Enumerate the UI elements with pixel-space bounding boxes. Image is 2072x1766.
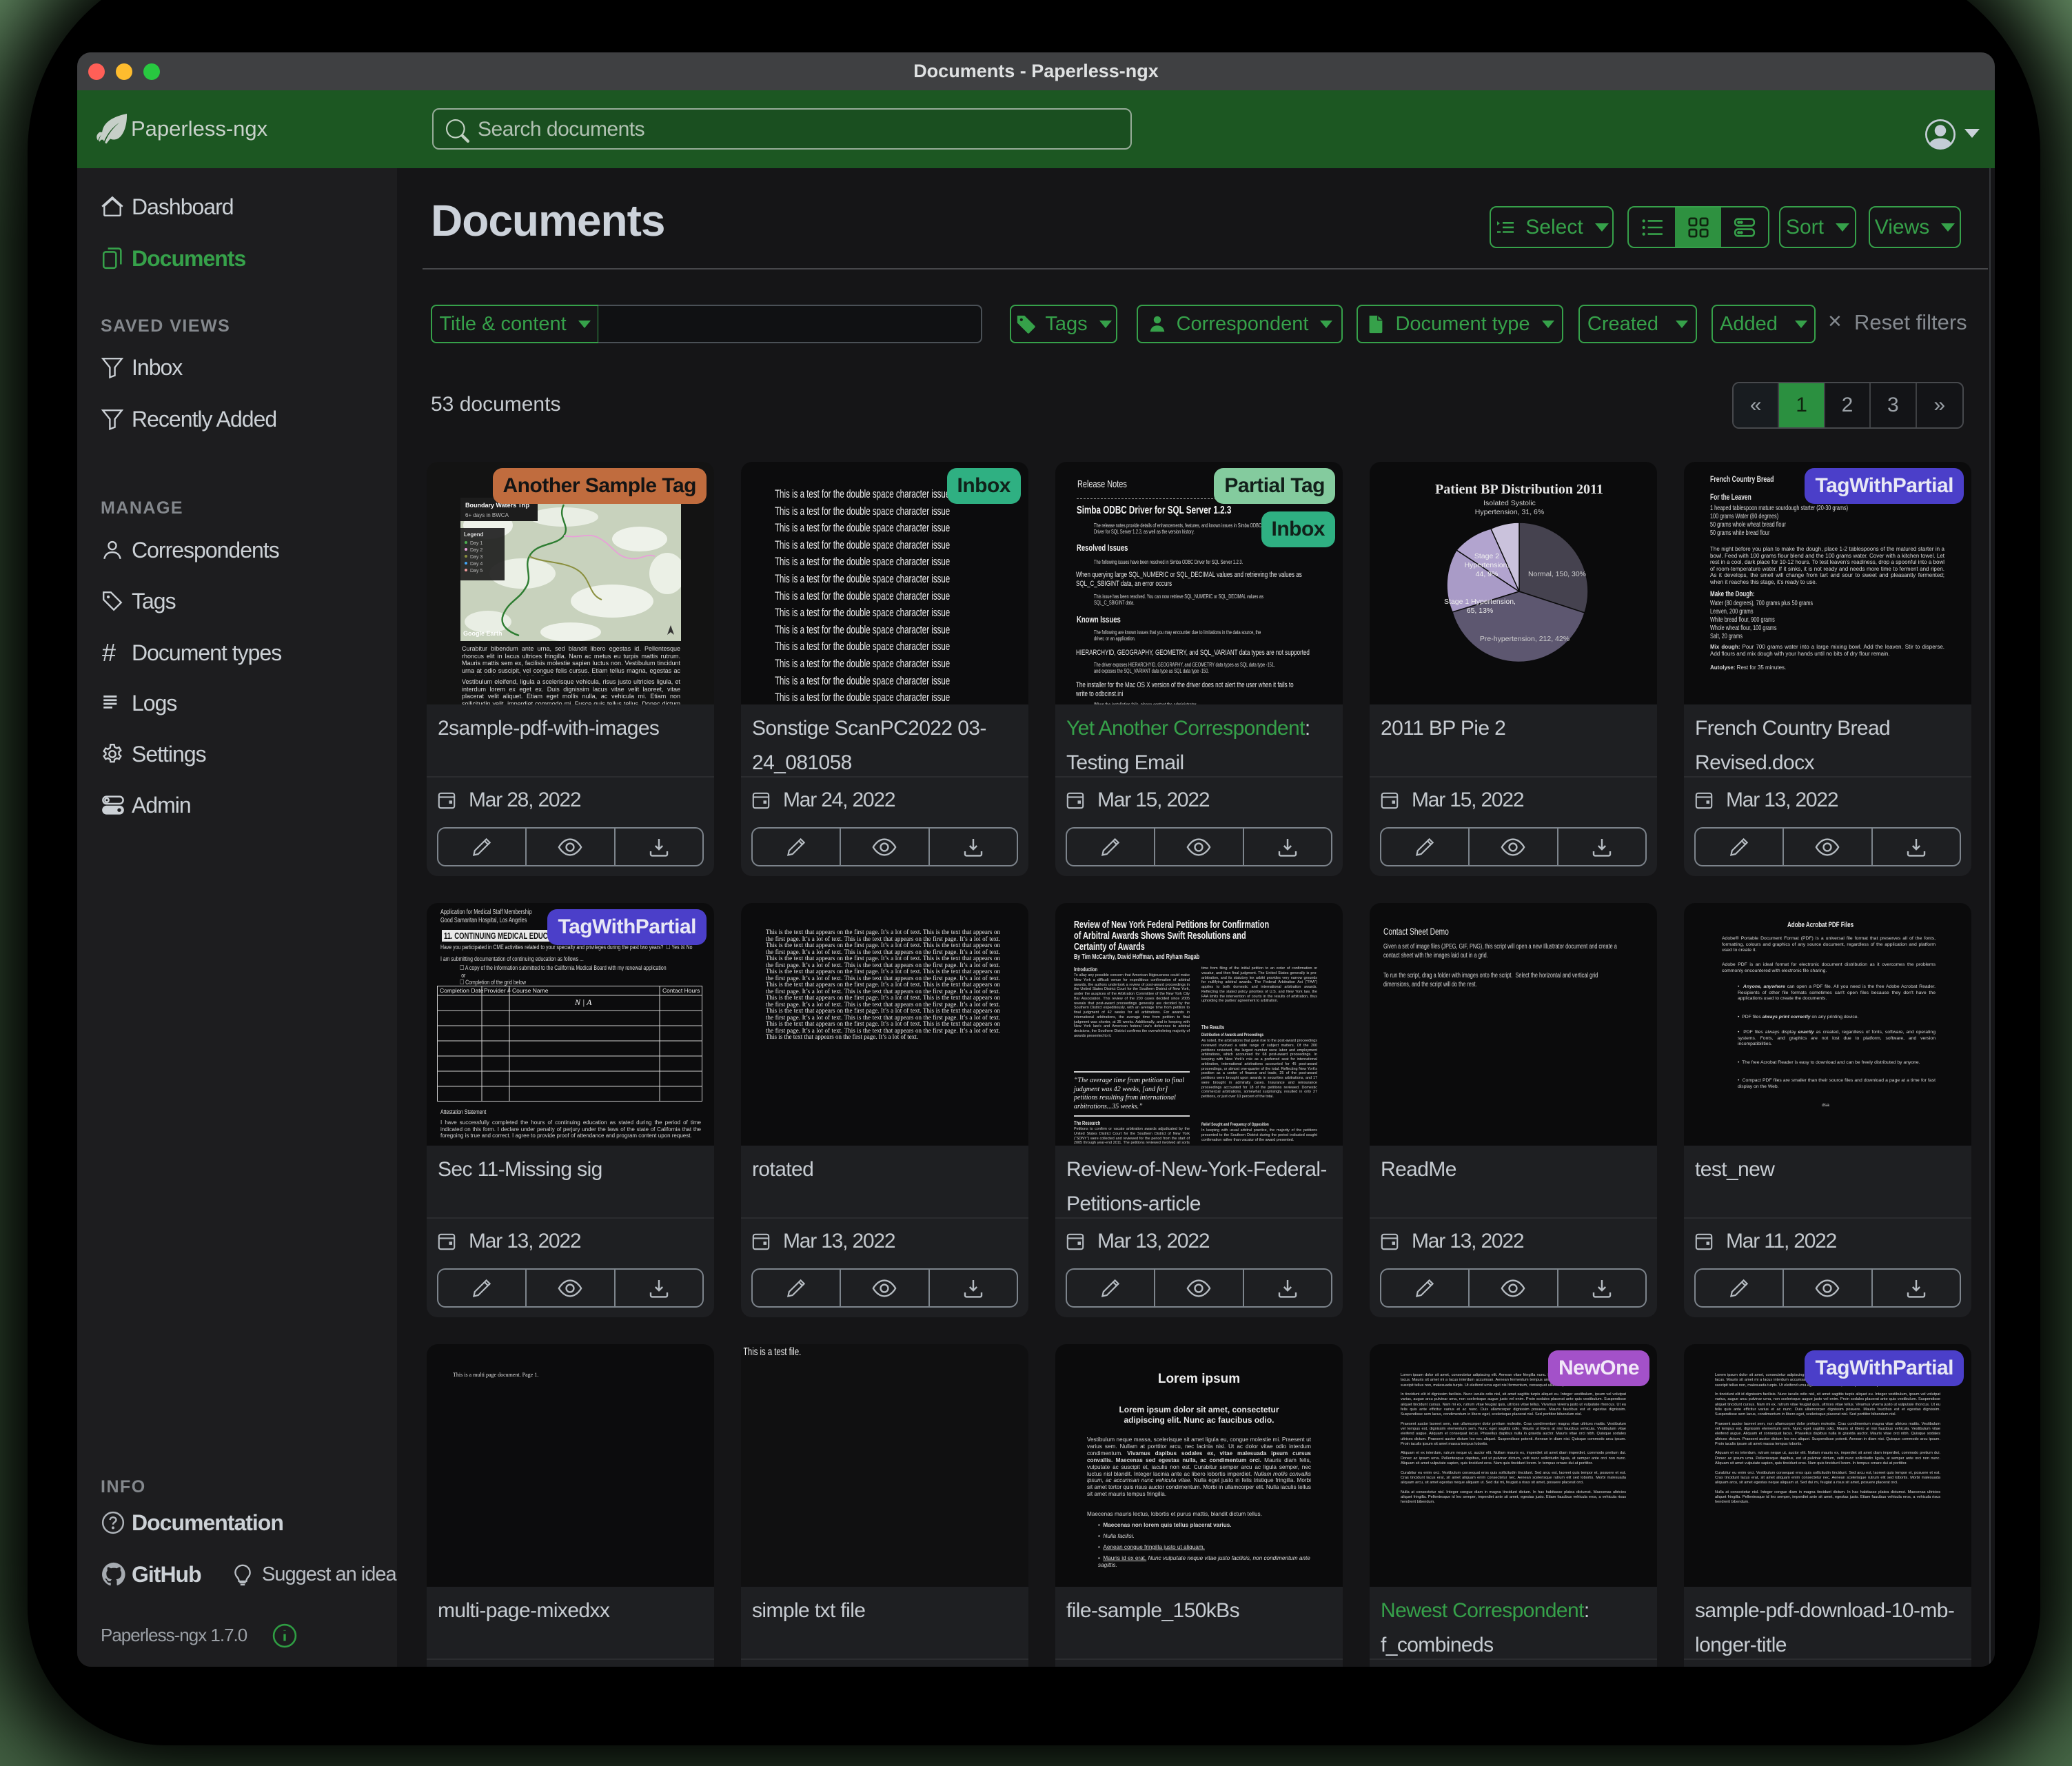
svg-text:Day 1: Day 1	[470, 541, 483, 546]
svg-text:Normal, 150, 30%: Normal, 150, 30%	[1528, 570, 1586, 578]
svg-text:Pre-hypertension, 212, 42%: Pre-hypertension, 212, 42%	[1480, 635, 1570, 643]
svg-text:44, 9%: 44, 9%	[1476, 570, 1499, 578]
svg-text:Day 2: Day 2	[470, 548, 483, 553]
svg-text:Hypertension, 31, 6%: Hypertension, 31, 6%	[1475, 508, 1544, 516]
svg-text:Google Earth: Google Earth	[463, 630, 502, 637]
svg-text:Stage 1 Hypertension,: Stage 1 Hypertension,	[1444, 598, 1516, 606]
svg-text:65, 13%: 65, 13%	[1467, 607, 1494, 615]
svg-text:Day 5: Day 5	[470, 569, 483, 574]
svg-text:Hypertension,: Hypertension,	[1465, 561, 1510, 569]
svg-text:Stage 2: Stage 2	[1474, 552, 1499, 560]
svg-text:Course Name: Course Name	[512, 987, 549, 994]
svg-text:Day 3: Day 3	[470, 555, 483, 560]
svg-text:Provider #: Provider #	[484, 987, 511, 994]
svg-text:Day 4: Day 4	[470, 562, 483, 567]
svg-text:Isolated Systolic: Isolated Systolic	[1483, 499, 1536, 507]
svg-text:Legend: Legend	[464, 531, 484, 538]
svg-text:Patient BP Distribution 2011: Patient BP Distribution 2011	[1435, 482, 1603, 497]
svg-text:N | A: N | A	[574, 997, 592, 1007]
svg-text:Contact Hours: Contact Hours	[662, 987, 700, 994]
svg-text:Completion Date: Completion Date	[440, 987, 484, 994]
svg-text:6+ days in BWCA: 6+ days in BWCA	[465, 512, 509, 518]
